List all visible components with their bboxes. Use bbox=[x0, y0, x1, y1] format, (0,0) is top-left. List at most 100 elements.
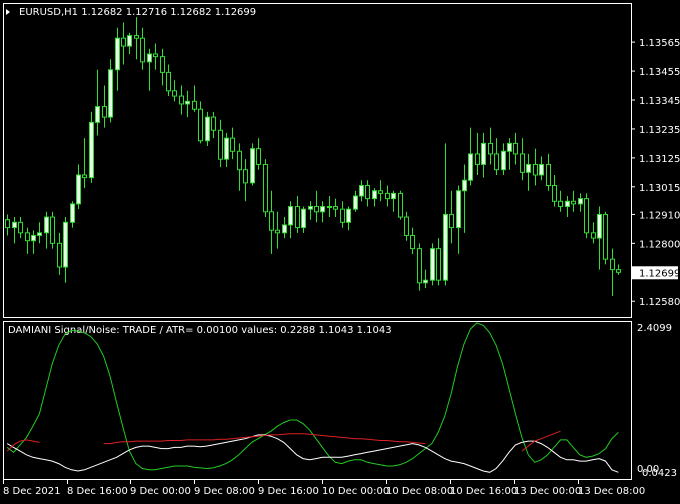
candle-body bbox=[224, 137, 229, 160]
candle-body bbox=[333, 206, 338, 210]
candle-body bbox=[481, 142, 486, 165]
time-tick-label: 9 Dec 16:00 bbox=[258, 486, 319, 497]
candle-body bbox=[153, 53, 158, 58]
candle-body bbox=[63, 221, 68, 268]
candle-body bbox=[327, 206, 332, 209]
candle-body bbox=[211, 116, 216, 131]
price-tick-label: 1.13125 bbox=[639, 154, 680, 165]
candle-body bbox=[378, 190, 383, 194]
candle-body bbox=[359, 184, 364, 197]
candle-body bbox=[488, 142, 493, 155]
candle-body bbox=[121, 37, 126, 47]
candle-body bbox=[102, 106, 107, 118]
time-tick-label: 9 Dec 00:00 bbox=[130, 486, 191, 497]
chart-background bbox=[0, 0, 680, 500]
candle-body bbox=[565, 200, 570, 208]
candle-body bbox=[44, 216, 49, 234]
candle-body bbox=[205, 116, 210, 142]
candle-body bbox=[436, 248, 441, 281]
candle-body bbox=[603, 213, 608, 260]
candle-body bbox=[25, 232, 30, 242]
candle-body bbox=[237, 150, 242, 171]
candle bbox=[89, 111, 94, 183]
candle-body bbox=[295, 206, 300, 229]
candle-body bbox=[616, 269, 621, 273]
candle-body bbox=[597, 213, 602, 239]
candle-body bbox=[468, 153, 473, 181]
candle bbox=[250, 143, 255, 186]
candle-body bbox=[591, 232, 596, 239]
candle-body bbox=[95, 106, 100, 123]
candle-body bbox=[501, 150, 506, 171]
candle-body bbox=[256, 148, 261, 165]
time-tick-label: 13 Dec 08:00 bbox=[578, 486, 645, 497]
indicator-min-label: 0.0423 bbox=[642, 468, 677, 479]
candle-body bbox=[462, 179, 467, 192]
candle-body bbox=[571, 200, 576, 205]
candle-body bbox=[218, 129, 223, 160]
candle-body bbox=[12, 221, 17, 229]
candle-body bbox=[372, 190, 377, 200]
candle-body bbox=[314, 206, 319, 213]
candle-body bbox=[578, 198, 583, 205]
candle-body bbox=[89, 121, 94, 179]
candle-body bbox=[385, 192, 390, 200]
candle-body bbox=[76, 174, 81, 205]
chart-canvas[interactable]: EURUSD,H1 1.12682 1.12716 1.12682 1.1269… bbox=[0, 0, 680, 500]
candle-body bbox=[475, 153, 480, 165]
candle-body bbox=[417, 248, 422, 284]
candle bbox=[263, 159, 268, 218]
candle-body bbox=[340, 208, 345, 223]
candle-body bbox=[494, 153, 499, 171]
candle bbox=[430, 243, 435, 286]
time-tick-label: 10 Dec 08:00 bbox=[386, 486, 453, 497]
price-tick-label: 1.12580 bbox=[639, 297, 680, 308]
candle-body bbox=[269, 211, 274, 231]
candle bbox=[50, 211, 55, 249]
candle bbox=[584, 193, 589, 239]
trading-chart-window[interactable]: EURUSD,H1 1.12682 1.12716 1.12682 1.1269… bbox=[0, 0, 680, 500]
candle-body bbox=[584, 198, 589, 234]
candle-body bbox=[172, 90, 177, 97]
candle-body bbox=[365, 184, 370, 200]
candle-body bbox=[520, 153, 525, 173]
candle-body bbox=[82, 174, 87, 179]
indicator-max-label: 2.4099 bbox=[637, 323, 672, 334]
candle-body bbox=[166, 71, 171, 92]
candle-body bbox=[353, 195, 358, 210]
time-tick-label: 9 Dec 08:00 bbox=[194, 486, 255, 497]
candle-body bbox=[198, 108, 203, 142]
candle-body bbox=[423, 279, 428, 284]
candle-body bbox=[398, 192, 403, 218]
candle-body bbox=[230, 137, 235, 152]
candle-body bbox=[115, 37, 120, 71]
time-tick-label: 13 Dec 00:00 bbox=[514, 486, 581, 497]
candle bbox=[603, 211, 608, 265]
candle-body bbox=[57, 242, 62, 268]
candle-body bbox=[320, 206, 325, 213]
price-tick-label: 1.12910 bbox=[639, 210, 680, 221]
candle-body bbox=[456, 190, 461, 229]
candle-body bbox=[134, 35, 139, 39]
main-chart-header: EURUSD,H1 1.12682 1.12716 1.12682 1.1269… bbox=[19, 7, 256, 18]
candle-body bbox=[37, 232, 42, 236]
time-tick-label: 10 Dec 16:00 bbox=[450, 486, 517, 497]
candle-body bbox=[50, 216, 55, 244]
candle-body bbox=[147, 53, 152, 63]
candle-body bbox=[558, 200, 563, 208]
candle-body bbox=[192, 100, 197, 110]
candle-body bbox=[275, 229, 280, 234]
candle-body bbox=[430, 248, 435, 281]
time-tick-label: 10 Dec 00:00 bbox=[322, 486, 389, 497]
candle-body bbox=[301, 208, 306, 229]
candle-body bbox=[308, 206, 313, 210]
time-tick-label: 8 Dec 2021 bbox=[3, 486, 61, 497]
candle-body bbox=[185, 100, 190, 105]
candle-body bbox=[31, 234, 36, 242]
current-price-label: 1.12699 bbox=[639, 268, 680, 279]
candle-body bbox=[513, 142, 518, 155]
candle-body bbox=[5, 219, 10, 229]
candle-body bbox=[539, 163, 544, 176]
candle-body bbox=[507, 142, 512, 152]
candle-body bbox=[250, 148, 255, 184]
